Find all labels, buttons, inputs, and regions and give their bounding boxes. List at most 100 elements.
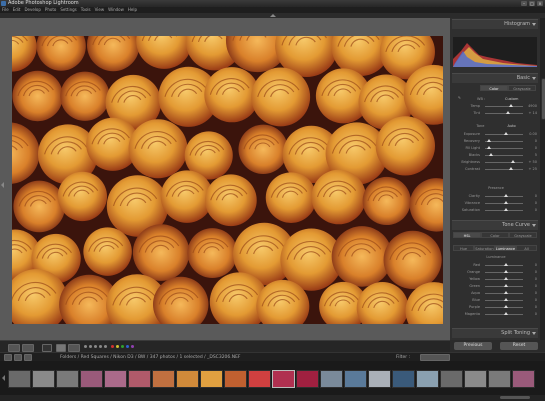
slider-knob[interactable] <box>504 132 508 135</box>
slider-knob[interactable] <box>487 139 491 142</box>
label-blue[interactable] <box>126 345 129 348</box>
slider-knob[interactable] <box>509 167 513 170</box>
slider-value[interactable]: 0 <box>535 139 537 144</box>
slider-yellow[interactable]: Yellow 0 <box>455 277 537 282</box>
unflag-button[interactable] <box>56 344 66 352</box>
filmstrip-thumbnail[interactable] <box>488 370 511 388</box>
slider-value[interactable]: + 25 <box>529 167 538 172</box>
tab-hsl[interactable]: HSL <box>453 232 481 238</box>
slider-track[interactable] <box>485 113 523 114</box>
filmstrip-thumbnail[interactable] <box>8 370 31 388</box>
auto-tone-button[interactable]: Auto <box>508 124 516 128</box>
label-red[interactable] <box>111 345 114 348</box>
slider-value[interactable]: + 14 <box>529 111 538 116</box>
slider-knob[interactable] <box>511 160 515 163</box>
slider-blue[interactable]: Blue 0 <box>455 298 537 303</box>
slider-tint[interactable]: Tint + 14 <box>455 111 537 116</box>
label-green[interactable] <box>121 345 124 348</box>
main-photo[interactable] <box>12 36 443 324</box>
filmstrip-scrollbar[interactable] <box>0 395 545 401</box>
slider-vibrance[interactable]: Vibrance 0 <box>455 201 537 206</box>
slider-orange[interactable]: Orange 0 <box>455 270 537 275</box>
filmstrip-thumbnail[interactable] <box>272 370 295 388</box>
slider-value[interactable]: 0 <box>535 270 537 275</box>
slider-saturation[interactable]: Saturation 0 <box>455 208 537 213</box>
expand-top-panel-icon[interactable] <box>270 14 276 17</box>
slider-knob[interactable] <box>504 270 508 273</box>
slider-value[interactable]: 0 <box>535 146 537 151</box>
flag-button[interactable] <box>42 344 52 352</box>
slider-value[interactable]: 0 <box>535 201 537 206</box>
slider-knob[interactable] <box>504 298 508 301</box>
slider-track[interactable] <box>485 106 523 107</box>
slider-purple[interactable]: Purple 0 <box>455 305 537 310</box>
slider-knob[interactable] <box>504 291 508 294</box>
slider-knob[interactable] <box>509 104 513 107</box>
slider-temp[interactable]: Temp 4900 <box>455 104 537 109</box>
slider-aqua[interactable]: Aqua 0 <box>455 291 537 296</box>
filmstrip-thumbnail[interactable] <box>320 370 343 388</box>
filmstrip-thumbnail[interactable] <box>152 370 175 388</box>
tab-hsl-grayscale[interactable]: Grayscale <box>509 232 537 238</box>
tone-curve-header[interactable]: Tone Curve <box>452 220 538 230</box>
histogram-header[interactable]: Histogram <box>452 19 538 29</box>
slider-value[interactable]: 0 <box>535 194 537 199</box>
label-purple[interactable] <box>131 345 134 348</box>
star-rating-2[interactable] <box>89 345 92 348</box>
slider-green[interactable]: Green 0 <box>455 284 537 289</box>
filmstrip-thumbnail[interactable] <box>416 370 439 388</box>
star-rating-1[interactable] <box>84 345 87 348</box>
slider-value[interactable]: 0 <box>535 208 537 213</box>
tab-hue[interactable]: Hue <box>453 245 474 251</box>
filmstrip-thumbnail[interactable] <box>80 370 103 388</box>
slider-value[interactable]: 0 <box>535 263 537 268</box>
slider-contrast[interactable]: Contrast + 25 <box>455 167 537 172</box>
slider-value[interactable]: 4900 <box>528 104 537 109</box>
tab-all[interactable]: All <box>516 245 538 251</box>
split-toning-header[interactable]: Split Toning <box>452 328 538 338</box>
minimize-button[interactable]: – <box>521 1 527 6</box>
scrollbar-thumb[interactable] <box>541 78 545 120</box>
filmstrip-thumbnail[interactable] <box>392 370 415 388</box>
label-yellow[interactable] <box>116 345 119 348</box>
star-rating-4[interactable] <box>99 345 102 348</box>
slider-knob[interactable] <box>504 284 508 287</box>
previous-button[interactable]: Previous <box>454 342 492 350</box>
slider-recovery[interactable]: Recovery 0 <box>455 139 537 144</box>
slider-value[interactable]: + 50 <box>529 160 538 165</box>
back-arrow-icon[interactable] <box>14 354 22 361</box>
filmstrip-thumbnail[interactable] <box>464 370 487 388</box>
slider-value[interactable]: 0 <box>535 291 537 296</box>
maximize-button[interactable]: □ <box>529 1 535 6</box>
before-after-button[interactable] <box>22 344 34 352</box>
filmstrip-left-arrow-icon[interactable] <box>2 375 5 381</box>
filmstrip-thumbnail[interactable] <box>224 370 247 388</box>
filmstrip-thumbnail[interactable] <box>104 370 127 388</box>
filmstrip-thumbnail[interactable] <box>128 370 151 388</box>
grid-view-icon[interactable] <box>4 354 12 361</box>
slider-brightness[interactable]: Brightness + 50 <box>455 160 537 165</box>
crop-button[interactable] <box>68 344 80 352</box>
slider-blacks[interactable]: Blacks 5 <box>455 153 537 158</box>
slider-red[interactable]: Red 0 <box>455 263 537 268</box>
slider-value[interactable]: 0 <box>535 277 537 282</box>
star-rating-5[interactable] <box>104 345 107 348</box>
filmstrip-thumbnail[interactable] <box>512 370 535 388</box>
slider-value[interactable]: 0 <box>535 298 537 303</box>
slider-track[interactable] <box>485 169 523 170</box>
filmstrip-thumbnail[interactable] <box>176 370 199 388</box>
slider-track[interactable] <box>485 162 523 163</box>
slider-knob[interactable] <box>506 111 510 114</box>
slider-knob[interactable] <box>504 277 508 280</box>
slider-knob[interactable] <box>487 146 491 149</box>
slider-knob[interactable] <box>489 153 493 156</box>
filmstrip-thumbnail[interactable] <box>368 370 391 388</box>
filter-dropdown[interactable] <box>420 354 450 361</box>
basic-header[interactable]: Basic <box>452 73 538 83</box>
slider-knob[interactable] <box>504 201 508 204</box>
filmstrip-thumbnail[interactable] <box>200 370 223 388</box>
slider-value[interactable]: 0 <box>535 284 537 289</box>
slider-value[interactable]: 0.00 <box>529 132 537 137</box>
filmstrip-thumbnail[interactable] <box>248 370 271 388</box>
filmstrip-thumbnail[interactable] <box>440 370 463 388</box>
